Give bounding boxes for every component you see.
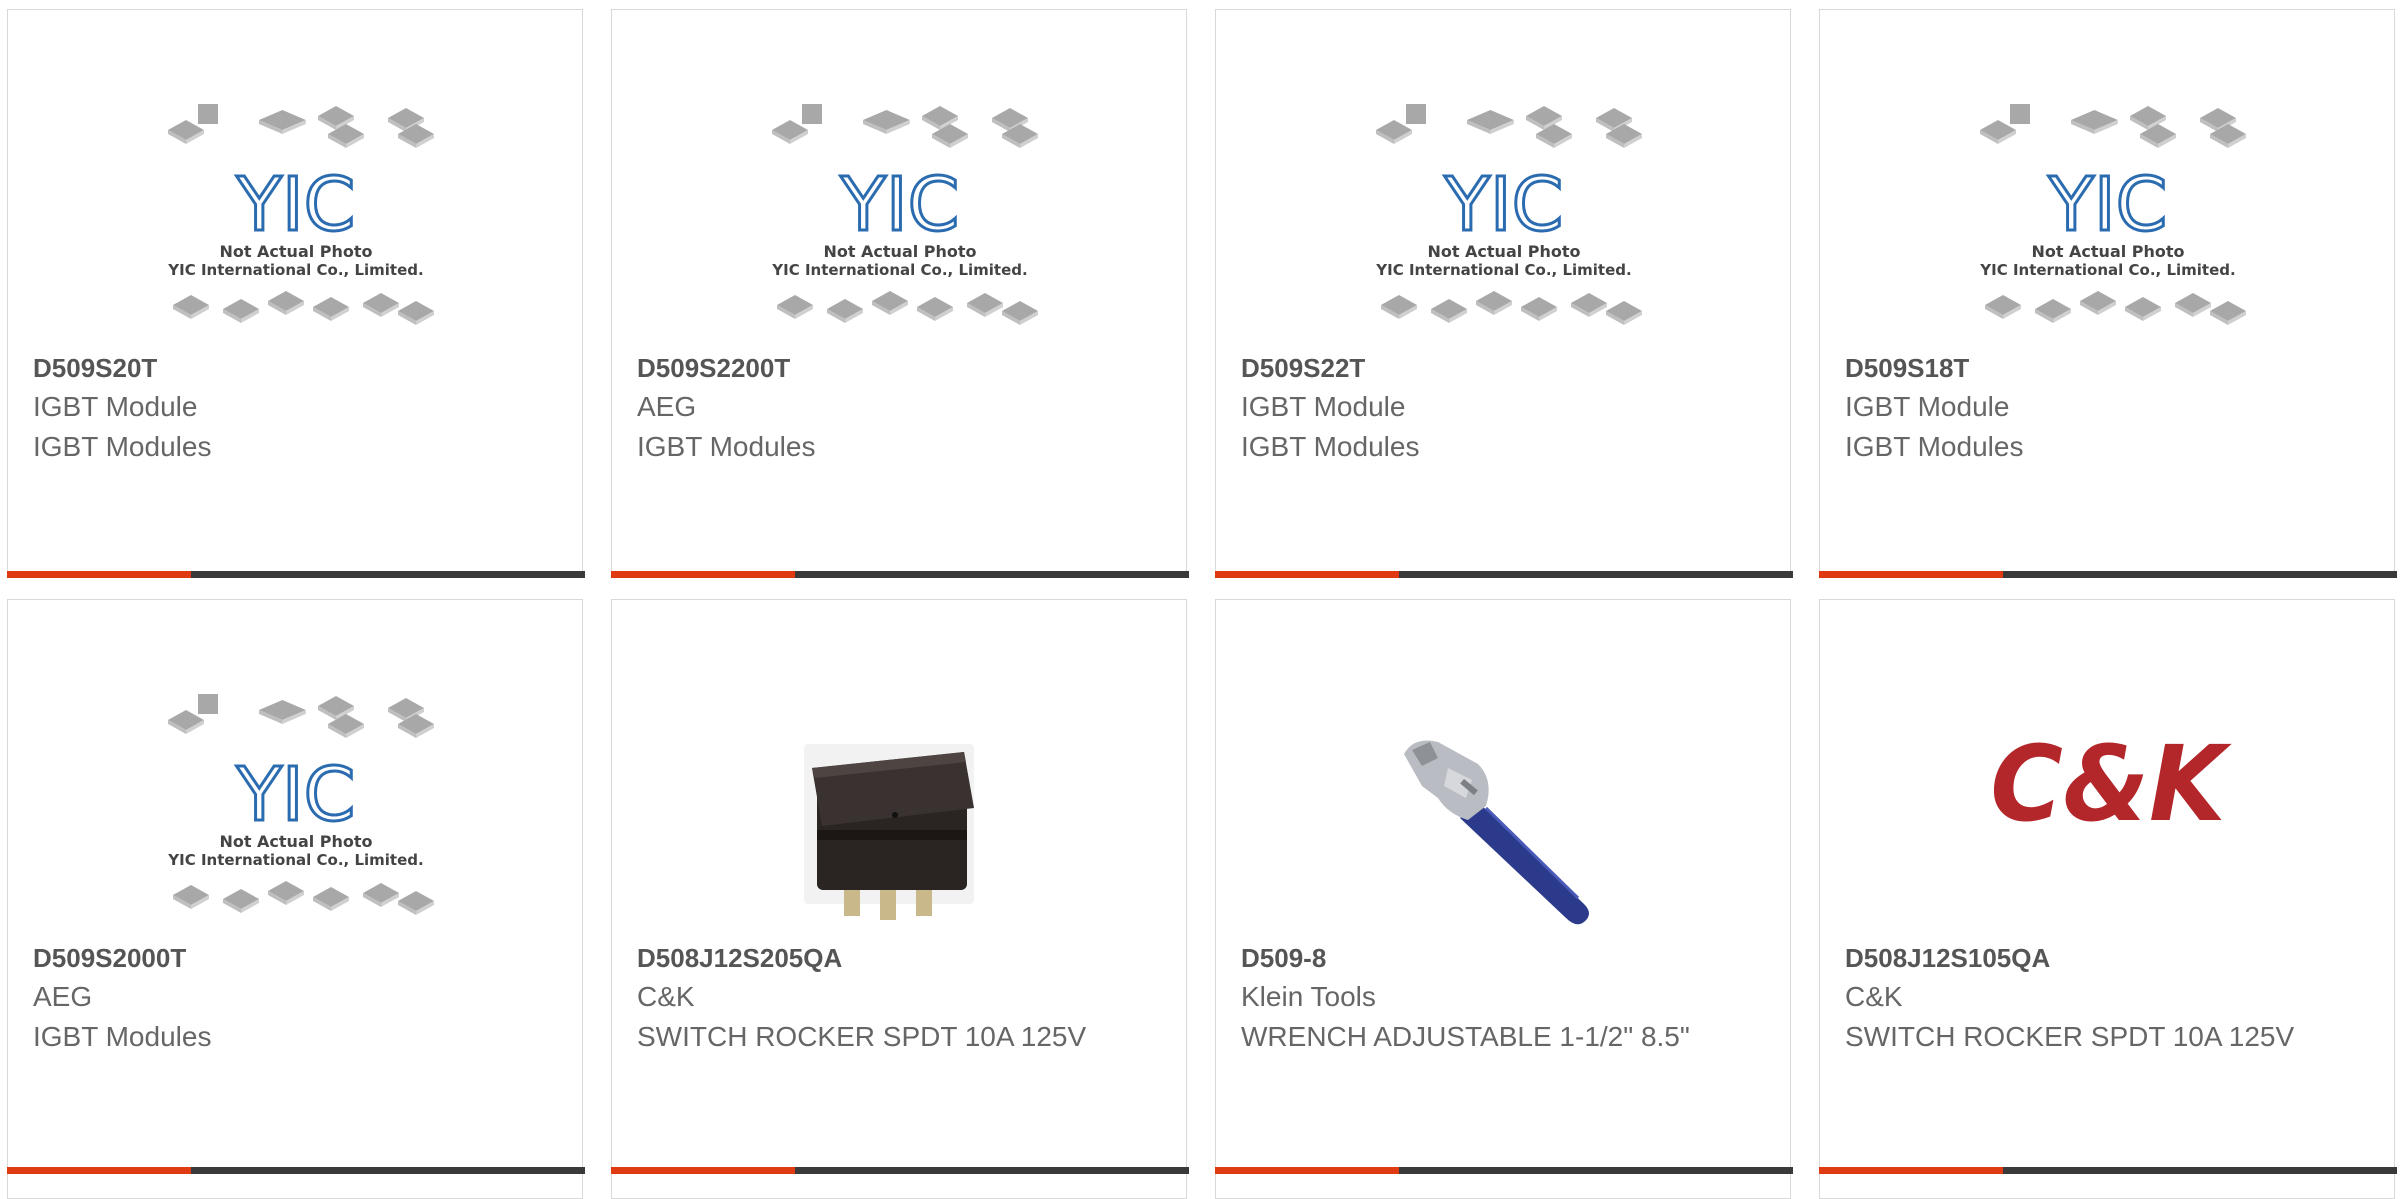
svg-text:YIC International Co., Limited: YIC International Co., Limited. bbox=[167, 851, 423, 869]
manufacturer: C&K bbox=[637, 981, 695, 1012]
part-number[interactable]: D509S20T bbox=[33, 353, 157, 384]
card-accent bbox=[611, 1167, 795, 1174]
product-image: C&K bbox=[1990, 724, 2231, 845]
svg-text:C&K: C&K bbox=[1990, 724, 2231, 845]
part-number[interactable]: D509S22T bbox=[1241, 353, 1365, 384]
product-card[interactable]: D508J12S205QA C&K SWITCH ROCKER SPDT 10A… bbox=[611, 599, 1189, 1199]
card-bottom-bar bbox=[1215, 1167, 1793, 1174]
card-accent bbox=[7, 1167, 191, 1174]
card-bottom-bar bbox=[1215, 571, 1793, 578]
product-card[interactable]: D509-8 Klein Tools WRENCH ADJUSTABLE 1-1… bbox=[1215, 599, 1793, 1199]
card-accent bbox=[1819, 1167, 2003, 1174]
card-bottom-bar bbox=[7, 571, 585, 578]
product-image: YIC Not Actual Photo YIC International C… bbox=[771, 104, 1038, 325]
product-image bbox=[804, 744, 974, 920]
svg-text:YIC International Co., Limited: YIC International Co., Limited. bbox=[1375, 261, 1631, 279]
card-accent bbox=[611, 571, 795, 578]
part-number[interactable]: D509S18T bbox=[1845, 353, 1969, 384]
yic-placeholder-image: YIC Not Actual Photo YIC International C… bbox=[771, 104, 1038, 325]
part-number[interactable]: D508J12S105QA bbox=[1845, 943, 2050, 974]
svg-text:Not Actual Photo: Not Actual Photo bbox=[219, 242, 372, 261]
svg-text:Not Actual Photo: Not Actual Photo bbox=[219, 832, 372, 851]
svg-text:Not Actual Photo: Not Actual Photo bbox=[823, 242, 976, 261]
card-bottom-bar bbox=[1819, 571, 2397, 578]
card-bottom-bar bbox=[7, 1167, 585, 1174]
card-accent bbox=[7, 571, 191, 578]
product-image bbox=[1404, 740, 1589, 925]
description: WRENCH ADJUSTABLE 1-1/2" 8.5" bbox=[1241, 1021, 1690, 1052]
svg-text:YIC International Co., Limited: YIC International Co., Limited. bbox=[167, 261, 423, 279]
svg-text:YIC: YIC bbox=[840, 162, 960, 248]
card-accent bbox=[1215, 571, 1399, 578]
card-accent bbox=[1215, 1167, 1399, 1174]
manufacturer: IGBT Module bbox=[1845, 391, 2010, 422]
svg-text:YIC: YIC bbox=[236, 752, 356, 838]
manufacturer: AEG bbox=[33, 981, 93, 1012]
manufacturer: Klein Tools bbox=[1241, 981, 1376, 1012]
rocker-switch-image bbox=[804, 744, 974, 920]
svg-text:YIC: YIC bbox=[236, 162, 356, 248]
product-card[interactable]: YIC Not Actual Photo YIC International C… bbox=[1819, 9, 2397, 578]
part-number[interactable]: D509S2200T bbox=[637, 353, 790, 384]
description: IGBT Modules bbox=[1241, 431, 1420, 462]
svg-text:YIC International Co., Limited: YIC International Co., Limited. bbox=[771, 261, 1027, 279]
manufacturer: C&K bbox=[1845, 981, 1903, 1012]
card-accent bbox=[1819, 571, 2003, 578]
part-number[interactable]: D508J12S205QA bbox=[637, 943, 842, 974]
product-card[interactable]: C&K D508J12S105QA C&K SWITCH ROCKER SPDT… bbox=[1819, 599, 2397, 1199]
card-bottom-bar bbox=[1819, 1167, 2397, 1174]
yic-placeholder-image: YIC Not Actual Photo YIC International C… bbox=[1979, 104, 2246, 325]
yic-placeholder-image: YIC Not Actual Photo YIC International C… bbox=[1375, 104, 1642, 325]
product-card[interactable]: YIC Not Actual Photo YIC International C… bbox=[1215, 9, 1793, 578]
description: SWITCH ROCKER SPDT 10A 125V bbox=[637, 1021, 1087, 1052]
product-image: YIC Not Actual Photo YIC International C… bbox=[167, 104, 434, 325]
product-image: YIC Not Actual Photo YIC International C… bbox=[1375, 104, 1642, 325]
yic-placeholder-image: YIC Not Actual Photo YIC International C… bbox=[167, 104, 434, 325]
part-number[interactable]: D509S2000T bbox=[33, 943, 186, 974]
description: IGBT Modules bbox=[33, 1021, 212, 1052]
product-card[interactable]: YIC Not Actual Photo YIC International C… bbox=[7, 599, 585, 1199]
svg-text:YIC: YIC bbox=[2048, 162, 2168, 248]
manufacturer: IGBT Module bbox=[1241, 391, 1406, 422]
card-bottom-bar bbox=[611, 571, 1189, 578]
product-image: YIC Not Actual Photo YIC International C… bbox=[1979, 104, 2246, 325]
product-image: YIC Not Actual Photo YIC International C… bbox=[167, 694, 434, 915]
manufacturer: IGBT Module bbox=[33, 391, 198, 422]
description: IGBT Modules bbox=[33, 431, 212, 462]
manufacturer: AEG bbox=[637, 391, 697, 422]
card-bottom-bar bbox=[611, 1167, 1189, 1174]
svg-text:YIC International Co., Limited: YIC International Co., Limited. bbox=[1979, 261, 2235, 279]
product-card[interactable]: YIC Not Actual Photo YIC International C… bbox=[7, 9, 585, 578]
product-card[interactable]: YIC Not Actual Photo YIC International C… bbox=[611, 9, 1189, 578]
description: SWITCH ROCKER SPDT 10A 125V bbox=[1845, 1021, 2295, 1052]
adjustable-wrench-image bbox=[1404, 740, 1589, 925]
ck-logo-image: C&K bbox=[1990, 724, 2231, 845]
svg-text:YIC: YIC bbox=[1444, 162, 1564, 248]
part-number[interactable]: D509-8 bbox=[1241, 943, 1326, 974]
yic-placeholder-image: YIC Not Actual Photo YIC International C… bbox=[167, 694, 434, 915]
product-grid: YIC Not Actual Photo YIC International C… bbox=[0, 0, 2400, 1199]
description: IGBT Modules bbox=[1845, 431, 2024, 462]
svg-text:Not Actual Photo: Not Actual Photo bbox=[2031, 242, 2184, 261]
svg-text:Not Actual Photo: Not Actual Photo bbox=[1427, 242, 1580, 261]
description: IGBT Modules bbox=[637, 431, 816, 462]
